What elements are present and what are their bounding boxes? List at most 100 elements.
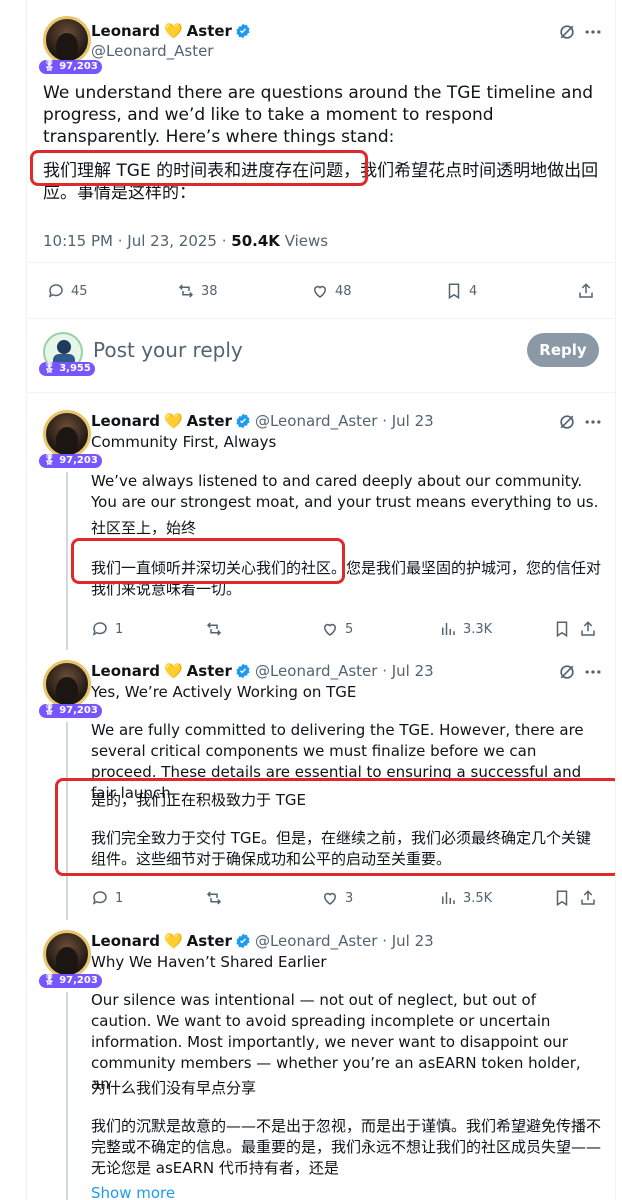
views-chart-icon bbox=[442, 892, 455, 904]
score-badge-count: 97,203 bbox=[59, 455, 98, 466]
post-title: Yes, We’re Actively Working on TGE bbox=[91, 683, 357, 701]
more-options-icon[interactable] bbox=[583, 22, 603, 42]
post-meta: 10:15 PM · Jul 23, 2025 · 50.4K Views bbox=[43, 232, 329, 250]
verified-badge-icon bbox=[236, 933, 250, 949]
post-body-zh: 我们完全致力于交付 TGE。但是，在继续之前，我们必须最终确定几个关键组件。这些… bbox=[91, 829, 592, 868]
repost-icon bbox=[178, 284, 194, 298]
reply-icon bbox=[48, 284, 63, 298]
post-body-zh: 我们的沉默是故意的——不是出于忽视，而是出于谨慎。我们希望避免传播不完整或不确定… bbox=[91, 1117, 602, 1177]
author-name-first: Leonard bbox=[91, 412, 160, 430]
score-badge: 🎖 97,203 bbox=[39, 454, 102, 468]
post-timestamp[interactable]: 10:15 PM · Jul 23, 2025 bbox=[43, 232, 217, 250]
post-title-zh: 是的，我们正在积极致力于 TGE bbox=[91, 791, 307, 809]
post-title-zh: 为什么我们没有早点分享 bbox=[91, 1079, 257, 1097]
bookmark-count: 4 bbox=[469, 283, 478, 299]
author-handle-date[interactable]: @Leonard_Aster · Jul 23 bbox=[255, 662, 434, 680]
views-action[interactable]: 3.3K bbox=[439, 620, 492, 638]
share-action[interactable] bbox=[577, 282, 601, 300]
author-handle-date[interactable]: @Leonard_Aster · Jul 23 bbox=[255, 932, 434, 950]
heart-emoji-icon: 💛 bbox=[163, 22, 183, 40]
like-action[interactable]: 48 bbox=[311, 282, 352, 300]
like-action[interactable]: 3 bbox=[321, 889, 353, 907]
like-action[interactable]: 5 bbox=[321, 620, 353, 638]
avatar[interactable] bbox=[43, 660, 91, 708]
score-badge: 🎖 97,203 bbox=[39, 60, 102, 74]
reply-action[interactable]: 45 bbox=[47, 282, 88, 300]
thread-author[interactable]: Leonard 💛 Aster @Leonard_Aster · Jul 23 bbox=[91, 932, 434, 950]
post-title: Community First, Always bbox=[91, 433, 277, 451]
more-options-icon[interactable] bbox=[583, 412, 603, 432]
repost-action[interactable] bbox=[205, 889, 229, 907]
bookmark-action[interactable] bbox=[553, 889, 577, 907]
like-count: 3 bbox=[345, 890, 354, 906]
avatar[interactable] bbox=[43, 16, 91, 64]
bookmark-icon bbox=[556, 621, 568, 638]
author-name-first: Leonard bbox=[91, 22, 160, 40]
score-badge-count: 97,203 bbox=[59, 705, 98, 716]
post-title: Why We Haven’t Shared Earlier bbox=[91, 953, 327, 971]
score-badge: 🎖 3,955 bbox=[39, 362, 95, 376]
author-name-last: Aster bbox=[186, 412, 232, 430]
thread-author[interactable]: Leonard 💛 Aster @Leonard_Aster · Jul 23 bbox=[91, 662, 434, 680]
score-badge-count: 97,203 bbox=[59, 61, 98, 72]
author-handle-date[interactable]: @Leonard_Aster · Jul 23 bbox=[255, 412, 434, 430]
post-text-en: We understand there are questions around… bbox=[43, 83, 594, 147]
heart-icon bbox=[323, 623, 337, 636]
share-action[interactable] bbox=[579, 620, 603, 638]
reply-action[interactable]: 1 bbox=[91, 620, 123, 638]
avatar[interactable] bbox=[43, 930, 91, 978]
post-body-en: We’ve always listened to and cared deepl… bbox=[91, 472, 599, 511]
repost-icon bbox=[206, 622, 222, 636]
author-name-last: Aster bbox=[186, 932, 232, 950]
post-title-zh: 社区至上，始终 bbox=[91, 519, 197, 537]
share-action[interactable] bbox=[579, 889, 603, 907]
score-badge-count: 97,203 bbox=[59, 975, 98, 986]
post-body-zh: 我们一直倾听并深切关心我们的社区。您是我们最坚固的护城河，您的信任对我们来说意味… bbox=[91, 559, 602, 598]
reply-count: 1 bbox=[115, 890, 124, 906]
views-count: 3.5K bbox=[463, 890, 493, 906]
bookmark-action[interactable]: 4 bbox=[445, 282, 477, 300]
grok-icon[interactable] bbox=[557, 412, 577, 432]
reply-icon bbox=[92, 891, 107, 905]
views-chart-icon bbox=[442, 623, 455, 635]
author-handle[interactable]: @Leonard_Aster bbox=[91, 42, 213, 60]
divider bbox=[27, 318, 615, 319]
divider bbox=[27, 392, 615, 393]
more-options-icon[interactable] bbox=[583, 662, 603, 682]
reply-count: 45 bbox=[71, 283, 88, 299]
avatar[interactable] bbox=[43, 410, 91, 458]
repost-count: 38 bbox=[201, 283, 218, 299]
reply-input[interactable]: Post your reply bbox=[93, 338, 243, 362]
reply-button[interactable]: Reply bbox=[527, 333, 599, 367]
post-text-zh: 我们理解 TGE 的时间表和进度存在问题，我们希望花点时间透明地做出回应。事情是… bbox=[43, 161, 599, 203]
thread-author[interactable]: Leonard 💛 Aster @Leonard_Aster · Jul 23 bbox=[91, 412, 434, 430]
avatar-head-shape bbox=[57, 340, 71, 354]
thread-connector bbox=[66, 992, 68, 1200]
thread-connector bbox=[66, 722, 68, 920]
grok-icon[interactable] bbox=[557, 22, 577, 42]
heart-icon bbox=[313, 285, 327, 298]
views-action[interactable]: 3.5K bbox=[439, 889, 492, 907]
repost-action[interactable] bbox=[205, 620, 229, 638]
divider bbox=[27, 262, 615, 263]
score-badge-count: 3,955 bbox=[59, 363, 91, 374]
views-count: 50.4K bbox=[231, 232, 280, 250]
bookmark-action[interactable] bbox=[553, 620, 577, 638]
bookmark-icon bbox=[448, 283, 460, 300]
share-icon bbox=[581, 890, 595, 905]
show-more-link[interactable]: Show more bbox=[91, 1184, 175, 1200]
heart-emoji-icon: 💛 bbox=[163, 662, 183, 680]
reply-count: 1 bbox=[115, 621, 124, 637]
reply-action[interactable]: 1 bbox=[91, 889, 123, 907]
bookmark-icon bbox=[556, 890, 568, 907]
share-icon bbox=[579, 283, 593, 298]
author-name[interactable]: Leonard 💛 Aster bbox=[91, 22, 251, 40]
heart-icon bbox=[323, 892, 337, 905]
timeline-column: 🎖 97,203 Leonard 💛 Aster @Leonard_Aster … bbox=[26, 0, 616, 1200]
verified-badge-icon bbox=[236, 413, 250, 429]
share-icon bbox=[581, 621, 595, 636]
repost-action[interactable]: 38 bbox=[177, 282, 218, 300]
heart-emoji-icon: 💛 bbox=[163, 412, 183, 430]
grok-icon[interactable] bbox=[557, 662, 577, 682]
repost-icon bbox=[206, 891, 222, 905]
